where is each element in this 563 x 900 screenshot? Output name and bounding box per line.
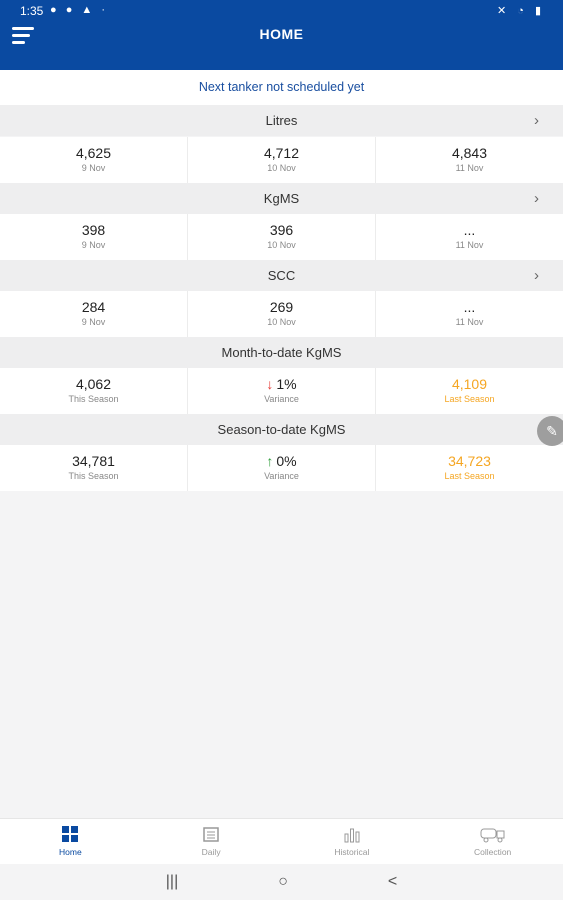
- cell-label: Last Season: [444, 394, 495, 404]
- cell-label: 11 Nov: [455, 317, 484, 327]
- page-title: HOME: [259, 26, 304, 42]
- nav-label: Daily: [201, 847, 221, 857]
- cell-value: 1%: [276, 376, 297, 392]
- cell-label: This Season: [68, 471, 119, 481]
- kgms-cell: 398 9 Nov: [0, 214, 188, 260]
- nav-collection[interactable]: Collection: [422, 819, 563, 865]
- cell-value: ...: [463, 299, 476, 315]
- std-title: Season-to-date KgMS: [217, 422, 346, 437]
- truck-icon: [422, 825, 563, 847]
- cell-label: 11 Nov: [455, 163, 484, 173]
- mtd-title: Month-to-date KgMS: [221, 345, 342, 360]
- calendar-icon: [141, 825, 282, 847]
- std-variance: ↑ 0% Variance: [188, 445, 376, 491]
- nav-label: Collection: [473, 847, 512, 857]
- cell-value: 4,625: [75, 145, 112, 161]
- home-circle-icon[interactable]: ○: [278, 873, 288, 891]
- mtd-this-season: 4,062 This Season: [0, 368, 188, 414]
- cell-value: 4,843: [451, 145, 488, 161]
- cell-label: Variance: [264, 394, 299, 404]
- chevron-right-icon[interactable]: ›: [534, 183, 539, 214]
- mtd-header: Month-to-date KgMS: [0, 337, 563, 368]
- cell-label: Last Season: [444, 471, 495, 481]
- cell-value: 34,723: [448, 453, 491, 469]
- litres-header[interactable]: Litres ›: [0, 105, 563, 136]
- cell-value: 284: [81, 299, 106, 315]
- cell-label: 9 Nov: [81, 317, 106, 327]
- kgms-header[interactable]: KgMS ›: [0, 183, 563, 214]
- tanker-notice: Next tanker not scheduled yet: [0, 70, 563, 105]
- litres-cell: 4,625 9 Nov: [0, 137, 188, 183]
- cell-value: 4,712: [263, 145, 300, 161]
- kgms-title: KgMS: [263, 191, 300, 206]
- edit-pencil-icon[interactable]: ✎: [537, 416, 563, 446]
- cell-value: 0%: [276, 453, 297, 469]
- scc-cell: 284 9 Nov: [0, 291, 188, 337]
- nav-label: Historical: [334, 847, 370, 857]
- cell-value: 4,062: [75, 376, 112, 392]
- back-icon[interactable]: <: [388, 873, 397, 891]
- cell-label: 9 Nov: [81, 240, 106, 250]
- chevron-right-icon[interactable]: ›: [534, 105, 539, 136]
- cell-label: 9 Nov: [81, 163, 106, 173]
- cell-value: 398: [81, 222, 106, 238]
- scc-cell: ... 11 Nov: [376, 291, 563, 337]
- std-this-season: 34,781 This Season: [0, 445, 188, 491]
- status-time: 1:35: [20, 4, 44, 18]
- cell-value: 34,781: [72, 453, 115, 469]
- nav-daily[interactable]: Daily: [141, 819, 282, 865]
- cell-label: 11 Nov: [455, 240, 484, 250]
- bar-chart-icon: [282, 825, 423, 847]
- recents-icon[interactable]: |||: [166, 873, 178, 891]
- mtd-last-season: 4,109 Last Season: [376, 368, 563, 414]
- kgms-row: 398 9 Nov 396 10 Nov ... 11 Nov: [0, 214, 563, 260]
- std-header: Season-to-date KgMS: [0, 414, 563, 445]
- grid-icon: [0, 825, 141, 847]
- mtd-row: 4,062 This Season ↓ 1% Variance 4,109 Last S…: [0, 368, 563, 414]
- nav-historical[interactable]: Historical: [282, 819, 423, 865]
- scc-header[interactable]: SCC ›: [0, 260, 563, 291]
- nav-home[interactable]: Home: [0, 819, 141, 865]
- scc-cell: 269 10 Nov: [188, 291, 376, 337]
- system-nav-bar: ||| ○ <: [0, 864, 563, 900]
- scc-row: 284 9 Nov 269 10 Nov ... 11 Nov: [0, 291, 563, 337]
- cell-label: 10 Nov: [267, 317, 296, 327]
- std-row: 34,781 This Season ↑ 0% Variance 34,723 Last…: [0, 445, 563, 491]
- litres-cell: 4,843 11 Nov: [376, 137, 563, 183]
- app-bar: 1:35 ● ● ▲ · ✕ ◔ ▮ HOME: [0, 0, 563, 70]
- chevron-right-icon[interactable]: ›: [534, 260, 539, 291]
- cell-label: Variance: [264, 471, 299, 481]
- scc-title: SCC: [267, 268, 296, 283]
- litres-row: 4,625 9 Nov 4,712 10 Nov 4,843 11 Nov: [0, 137, 563, 183]
- cell-value: 269: [269, 299, 294, 315]
- cell-label: 10 Nov: [267, 240, 296, 250]
- cell-value: 396: [269, 222, 294, 238]
- status-notification-icons: ● ● ▲ ·: [50, 4, 109, 16]
- litres-cell: 4,712 10 Nov: [188, 137, 376, 183]
- cell-value: ...: [463, 222, 476, 238]
- cell-value: 4,109: [451, 376, 488, 392]
- mtd-variance: ↓ 1% Variance: [188, 368, 376, 414]
- arrow-up-icon: ↑: [266, 453, 274, 469]
- litres-title: Litres: [265, 113, 298, 128]
- arrow-down-icon: ↓: [266, 376, 274, 392]
- bottom-nav: Home Daily Historical Collection: [0, 818, 563, 865]
- std-last-season: 34,723 Last Season: [376, 445, 563, 491]
- cell-label: 10 Nov: [267, 163, 296, 173]
- cell-label: This Season: [68, 394, 119, 404]
- nav-label: Home: [59, 847, 82, 857]
- kgms-cell: 396 10 Nov: [188, 214, 376, 260]
- kgms-cell: ... 11 Nov: [376, 214, 563, 260]
- status-system-icons: ✕ ◔ ▮: [496, 5, 545, 17]
